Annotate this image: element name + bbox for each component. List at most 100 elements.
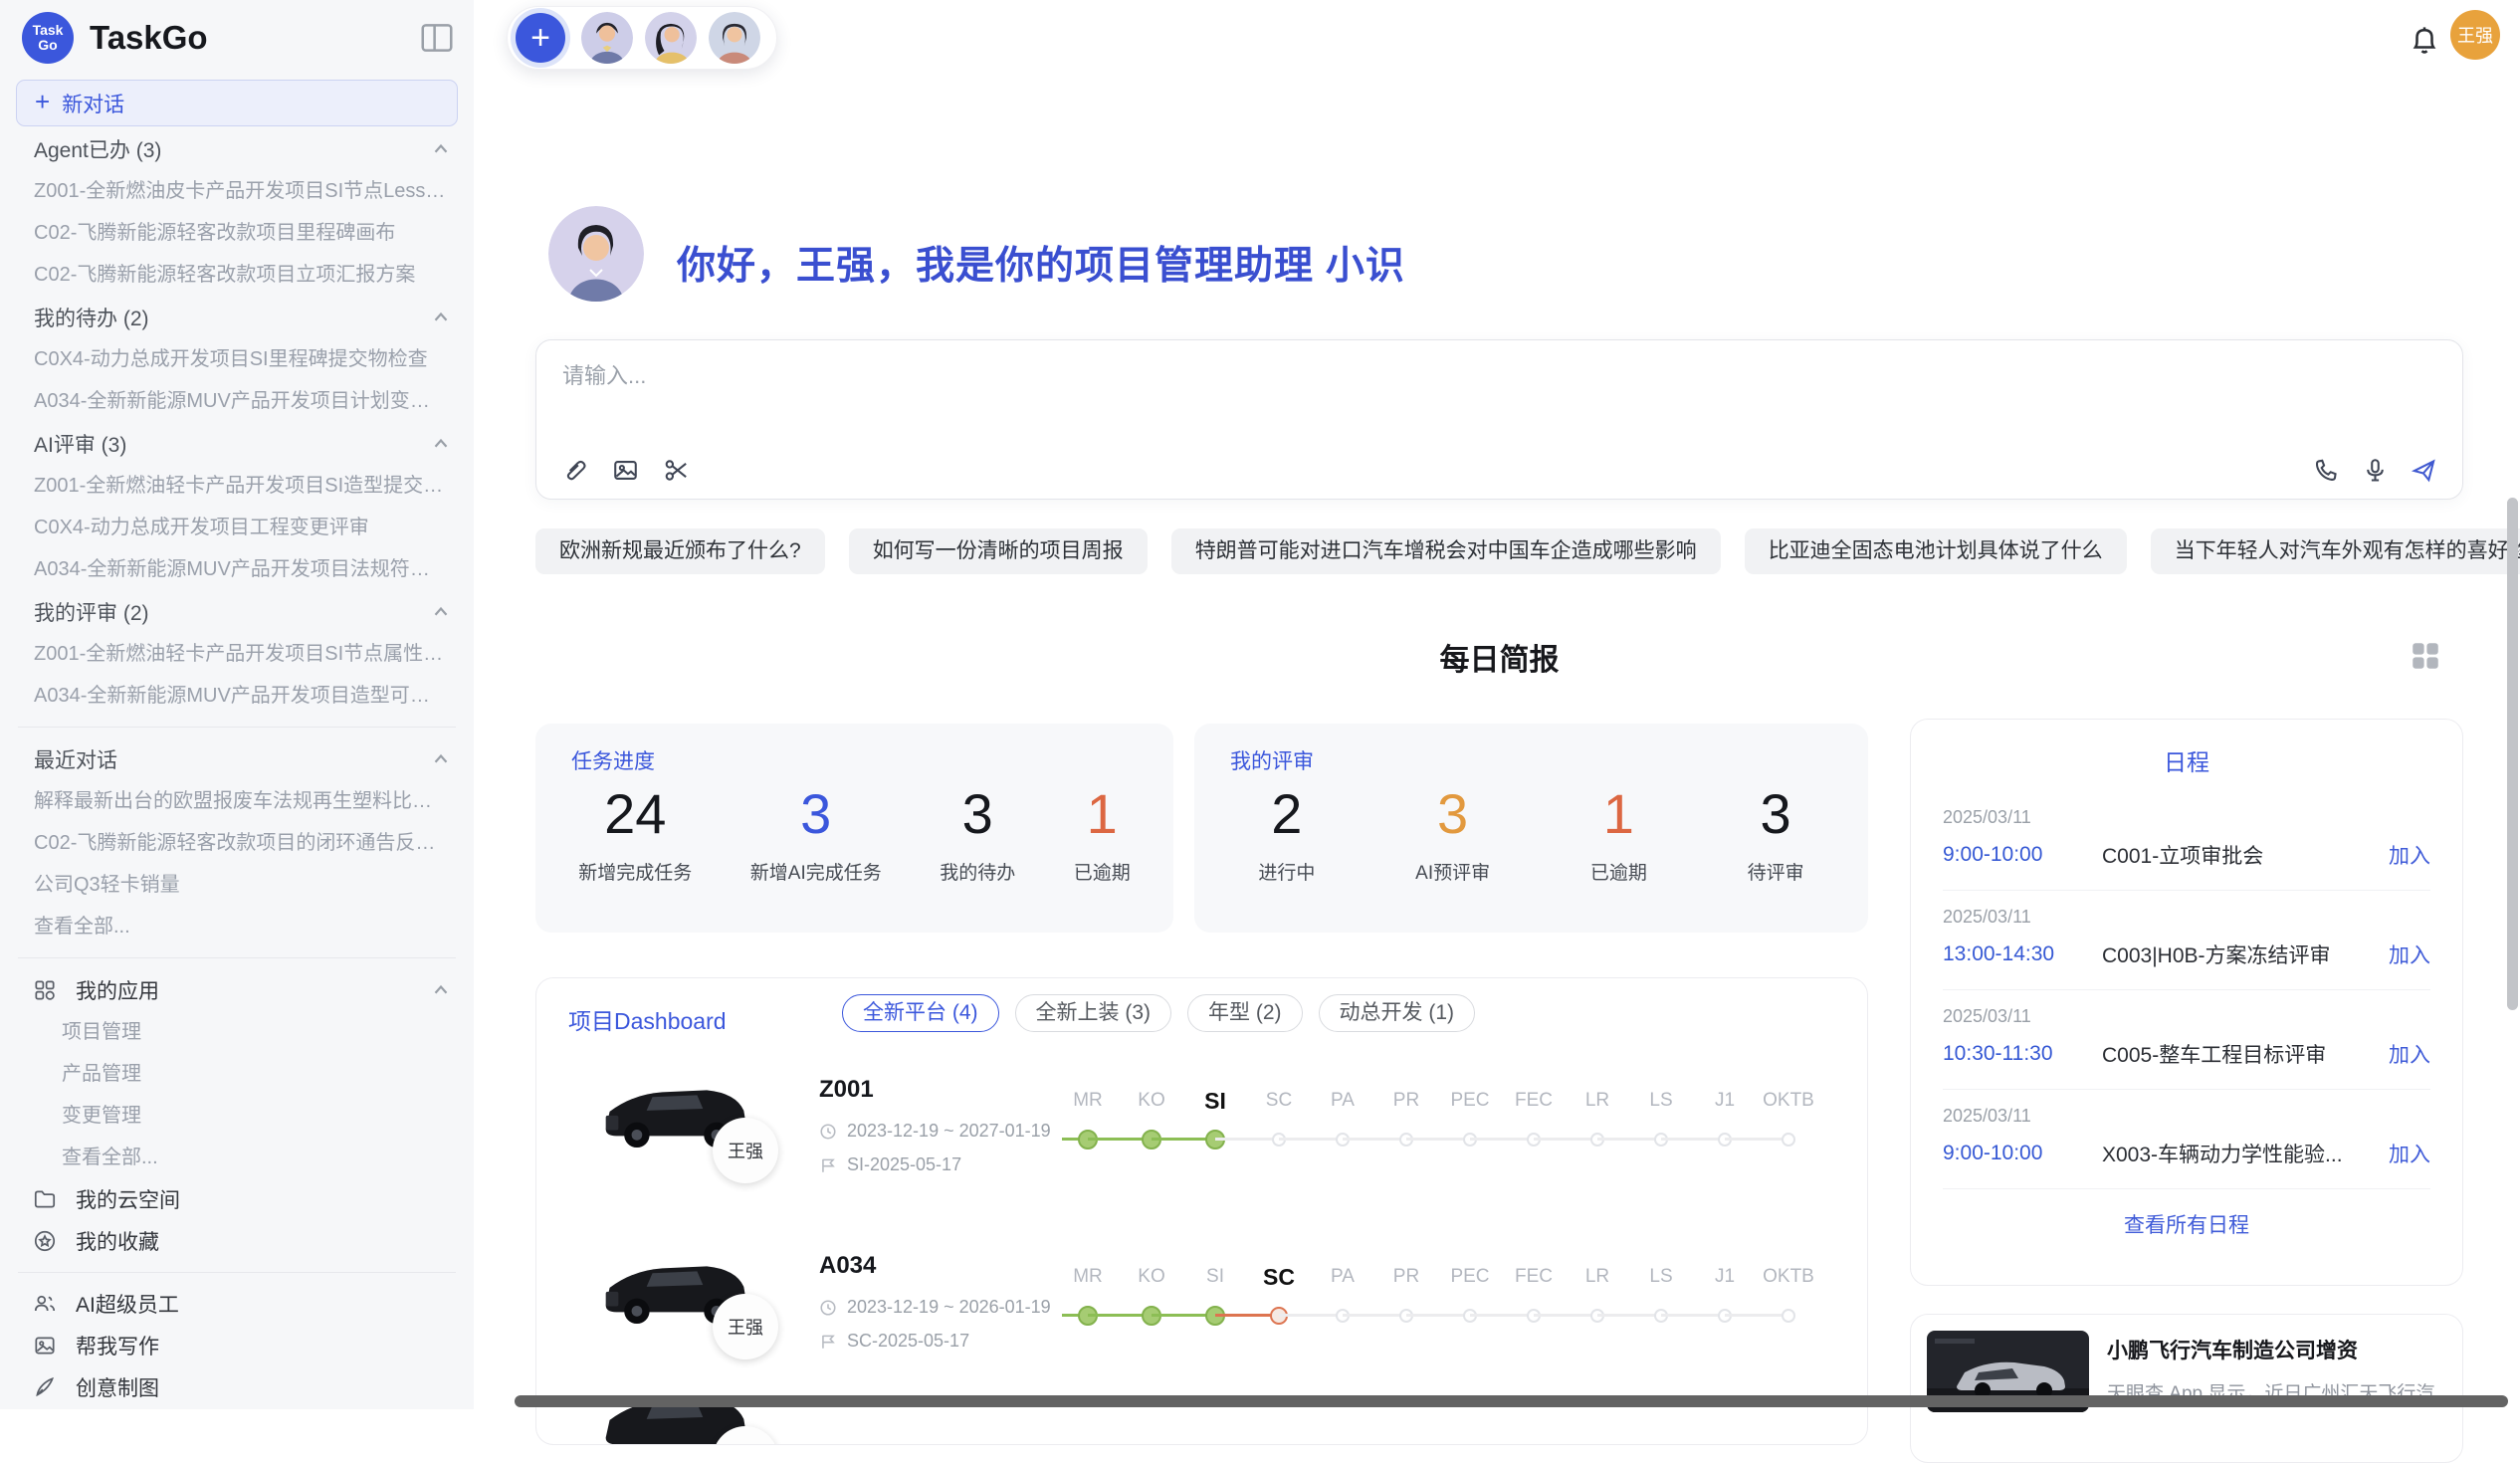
- milestone: LS: [1629, 1262, 1693, 1328]
- dashboard-filter[interactable]: 全新上装 (3): [1015, 994, 1172, 1032]
- chevron-up-icon: [430, 433, 452, 455]
- schedule-date: 2025/03/11: [1943, 907, 2430, 928]
- new-session-button[interactable]: +: [516, 13, 565, 63]
- recent-conversation-item[interactable]: 解释最新出台的欧盟报废车法规再生塑料比例被调至15%...: [16, 780, 458, 822]
- join-link[interactable]: 加入: [2389, 840, 2430, 870]
- join-link[interactable]: 加入: [2389, 940, 2430, 969]
- plus-icon: +: [35, 87, 50, 117]
- project-owner-badge: 王强: [713, 1294, 778, 1359]
- task-progress-card: 任务进度 24 新增完成任务 3 新增AI完成任务 3 我的待办 1 已逾期: [535, 724, 1173, 933]
- suggestion-chip[interactable]: 比亚迪全固态电池计划具体说了什么: [1745, 528, 2127, 574]
- conversation-item[interactable]: Z001-全新燃油轻卡产品开发项目SI造型提交物评审: [16, 465, 458, 507]
- recent-conversation-item[interactable]: C02-飞腾新能源轻客改款项目的闭环通告反馈情况: [16, 822, 458, 864]
- people-icon: [32, 1291, 58, 1317]
- session-avatar-3[interactable]: [709, 12, 760, 64]
- divider: [18, 957, 456, 958]
- sidebar-item-favorites[interactable]: 我的收藏: [16, 1220, 458, 1262]
- section-header-my-todo[interactable]: 我的待办 (2): [16, 296, 458, 338]
- conversation-item[interactable]: C02-飞腾新能源轻客改款项目里程碑画布: [16, 212, 458, 254]
- scissors-icon[interactable]: [662, 456, 691, 485]
- suggestion-chip[interactable]: 当下年轻人对汽车外观有怎样的喜好趋势: [2151, 528, 2520, 574]
- conversation-item[interactable]: C02-飞腾新能源轻客改款项目立项汇报方案: [16, 254, 458, 296]
- notification-bell-icon[interactable]: [2407, 22, 2442, 58]
- sidebar-item-creative-drawing[interactable]: 创意制图: [16, 1366, 458, 1408]
- milestone: OKTB: [1757, 1086, 1820, 1151]
- milestone: SC: [1247, 1262, 1311, 1328]
- schedule-time: 10:30-11:30: [1943, 1042, 2102, 1066]
- recent-conversation-item[interactable]: 查看全部...: [16, 906, 458, 947]
- horizontal-scrollbar[interactable]: [515, 1395, 2508, 1407]
- dashboard-filter[interactable]: 全新平台 (4): [842, 994, 999, 1032]
- app-item[interactable]: 查看全部...: [16, 1137, 458, 1178]
- conversation-item[interactable]: Z001-全新燃油轻卡产品开发项目SI节点属性5D文件评审: [16, 633, 458, 675]
- conversation-item[interactable]: C0X4-动力总成开发项目SI里程碑提交物检查: [16, 338, 458, 380]
- star-badge-icon: [32, 1228, 58, 1254]
- join-link[interactable]: 加入: [2389, 1039, 2430, 1069]
- conversation-item[interactable]: A034-全新新能源MUV产品开发项目造型可行性评审: [16, 675, 458, 717]
- join-link[interactable]: 加入: [2389, 1139, 2430, 1168]
- collapse-sidebar-icon[interactable]: [418, 19, 456, 57]
- app-item[interactable]: 产品管理: [16, 1053, 458, 1095]
- chevron-up-icon: [430, 307, 452, 328]
- attachment-icon[interactable]: [560, 456, 589, 485]
- stat-item: 24 新增完成任务: [578, 781, 692, 885]
- suggestion-chip[interactable]: 特朗普可能对进口汽车增税会对中国车企造成哪些影响: [1171, 528, 1721, 574]
- section-header-my-review[interactable]: 我的评审 (2): [16, 590, 458, 633]
- view-all-schedule-link[interactable]: 查看所有日程: [1911, 1209, 2462, 1239]
- sidebar-list: Agent已办 (3) Z001-全新燃油皮卡产品开发项目SI节点Lesson …: [0, 127, 474, 1409]
- layout-grid-icon[interactable]: [2409, 639, 2442, 673]
- insert-image-icon[interactable]: [611, 456, 640, 485]
- sidebar-item-cloud-space[interactable]: 我的云空间: [16, 1178, 458, 1220]
- project-code: Z001: [819, 1076, 874, 1104]
- mic-icon[interactable]: [2361, 456, 2390, 485]
- sidebar-item-ai-super-staff[interactable]: AI超级员工: [16, 1283, 458, 1325]
- new-chat-button[interactable]: + 新对话: [16, 80, 458, 126]
- meeting-title: C005-整车工程目标评审: [2102, 1039, 2379, 1069]
- app-item[interactable]: 变更管理: [16, 1095, 458, 1137]
- meeting-title: C001-立项审批会: [2102, 840, 2379, 870]
- apps-grid-icon: [32, 977, 58, 1003]
- phone-icon[interactable]: [2312, 456, 2341, 485]
- milestone: SI: [1183, 1262, 1247, 1328]
- news-title: 小鹏飞行汽车制造公司增资: [2107, 1335, 2446, 1364]
- suggestion-chip[interactable]: 欧洲新规最近颁布了什么?: [535, 528, 825, 574]
- session-avatar-2[interactable]: [645, 12, 697, 64]
- schedule-row: 2025/03/11 9:00-10:00 X003-车辆动力学性能验... 加…: [1943, 1090, 2430, 1189]
- dashboard-filter[interactable]: 年型 (2): [1187, 994, 1303, 1032]
- vertical-scrollbar[interactable]: [2507, 498, 2518, 1010]
- milestone: PR: [1374, 1086, 1438, 1151]
- milestone: LS: [1629, 1086, 1693, 1151]
- milestone: KO: [1120, 1086, 1183, 1151]
- project-row[interactable]: 王强 Z001 2023-12-19 ~ 2027-01-19 SI-2025-…: [536, 1058, 1867, 1235]
- conversation-item[interactable]: A034-全新新能源MUV产品开发项目法规符合性评审: [16, 548, 458, 590]
- section-header-ai-review[interactable]: AI评审 (3): [16, 422, 458, 465]
- news-card[interactable]: 小鹏飞行汽车制造公司增资 天眼查 App 显示，近日广州汇天飞行汽...: [1910, 1314, 2463, 1463]
- dashboard-filter[interactable]: 动总开发 (1): [1319, 994, 1476, 1032]
- briefing-title: 每日简报: [535, 635, 2463, 679]
- sidebar-item-help-me-write[interactable]: 帮我写作: [16, 1325, 458, 1366]
- sidebar: Task Go TaskGo + 新对话 Agent已办 (3) Z001-全新…: [0, 0, 474, 1409]
- folder-icon: [32, 1186, 58, 1212]
- milestone: PA: [1311, 1262, 1374, 1328]
- section-header-recent[interactable]: 最近对话: [16, 737, 458, 780]
- user-avatar[interactable]: 王强: [2450, 10, 2500, 60]
- stat-item: 1 已逾期: [1074, 781, 1131, 885]
- dashboard-title: 项目Dashboard: [568, 1002, 727, 1036]
- recent-conversation-item[interactable]: 公司Q3轻卡销量: [16, 864, 458, 906]
- project-dates: 2023-12-19 ~ 2027-01-19: [819, 1121, 1051, 1142]
- milestone-node: [1782, 1309, 1795, 1323]
- chevron-up-icon: [430, 979, 452, 1001]
- conversation-item[interactable]: Z001-全新燃油皮卡产品开发项目SI节点Lesson Learn报告: [16, 170, 458, 212]
- conversation-item[interactable]: C0X4-动力总成开发项目工程变更评审: [16, 507, 458, 548]
- chat-input[interactable]: [562, 358, 2155, 448]
- suggestion-chip[interactable]: 如何写一份清晰的项目周报: [849, 528, 1148, 574]
- section-header-my-apps[interactable]: 我的应用: [16, 968, 458, 1011]
- send-icon[interactable]: [2410, 456, 2438, 485]
- conversation-item[interactable]: A034-全新新能源MUV产品开发项目计划变更表编写: [16, 380, 458, 422]
- milestone: MR: [1056, 1086, 1120, 1151]
- image-icon: [32, 1333, 58, 1358]
- session-avatar-1[interactable]: [581, 12, 633, 64]
- milestone: PEC: [1438, 1262, 1502, 1328]
- section-header-agent-done[interactable]: Agent已办 (3): [16, 127, 458, 170]
- app-item[interactable]: 项目管理: [16, 1011, 458, 1053]
